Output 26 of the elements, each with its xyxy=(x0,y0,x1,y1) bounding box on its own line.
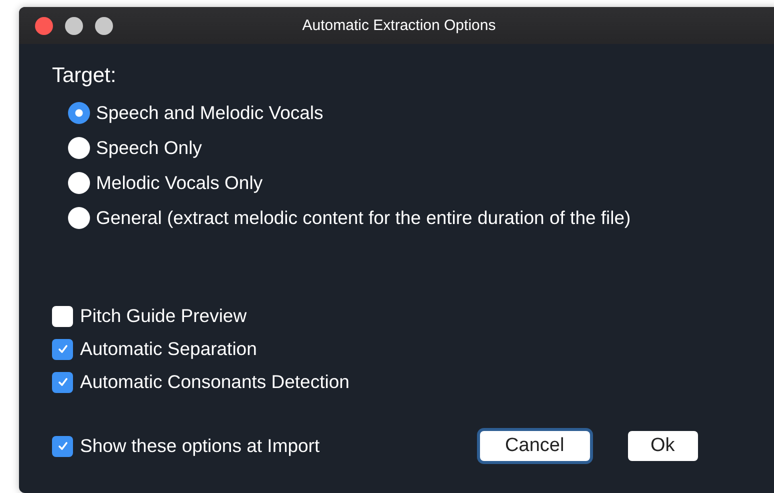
checkbox-label: Pitch Guide Preview xyxy=(80,305,247,327)
option-label: General (extract melodic content for the entire duration of the file) xyxy=(96,207,631,229)
option-label: Speech Only xyxy=(96,137,202,159)
close-button[interactable] xyxy=(35,16,53,34)
checkbox[interactable] xyxy=(52,338,73,360)
checkbox[interactable] xyxy=(52,306,73,326)
checkbox[interactable] xyxy=(52,372,73,392)
checkmark-icon xyxy=(56,440,68,452)
option-label: Melodic Vocals Only xyxy=(96,172,263,194)
cancel-button[interactable]: Cancel xyxy=(480,431,590,461)
option-label: Speech and Melodic Vocals xyxy=(96,102,324,124)
radio-button[interactable] xyxy=(68,172,90,194)
ok-button[interactable]: Ok xyxy=(628,431,698,461)
window-title: Automatic Extraction Options xyxy=(302,17,496,34)
radio-button[interactable] xyxy=(68,207,90,229)
checkbox[interactable] xyxy=(52,436,73,456)
radio-button[interactable] xyxy=(68,137,90,159)
radio-button[interactable] xyxy=(68,102,90,124)
checkmark-icon xyxy=(56,376,68,388)
checkbox-label: Automatic Consonants Detection xyxy=(80,371,350,393)
checkmark-icon xyxy=(56,343,68,355)
minimize-button[interactable] xyxy=(65,16,83,34)
checkbox-label: Automatic Separation xyxy=(80,338,257,360)
checkbox-label: Show these options at Import xyxy=(80,435,320,457)
zoom-button[interactable] xyxy=(95,16,113,34)
section-label: Target: xyxy=(52,64,116,88)
